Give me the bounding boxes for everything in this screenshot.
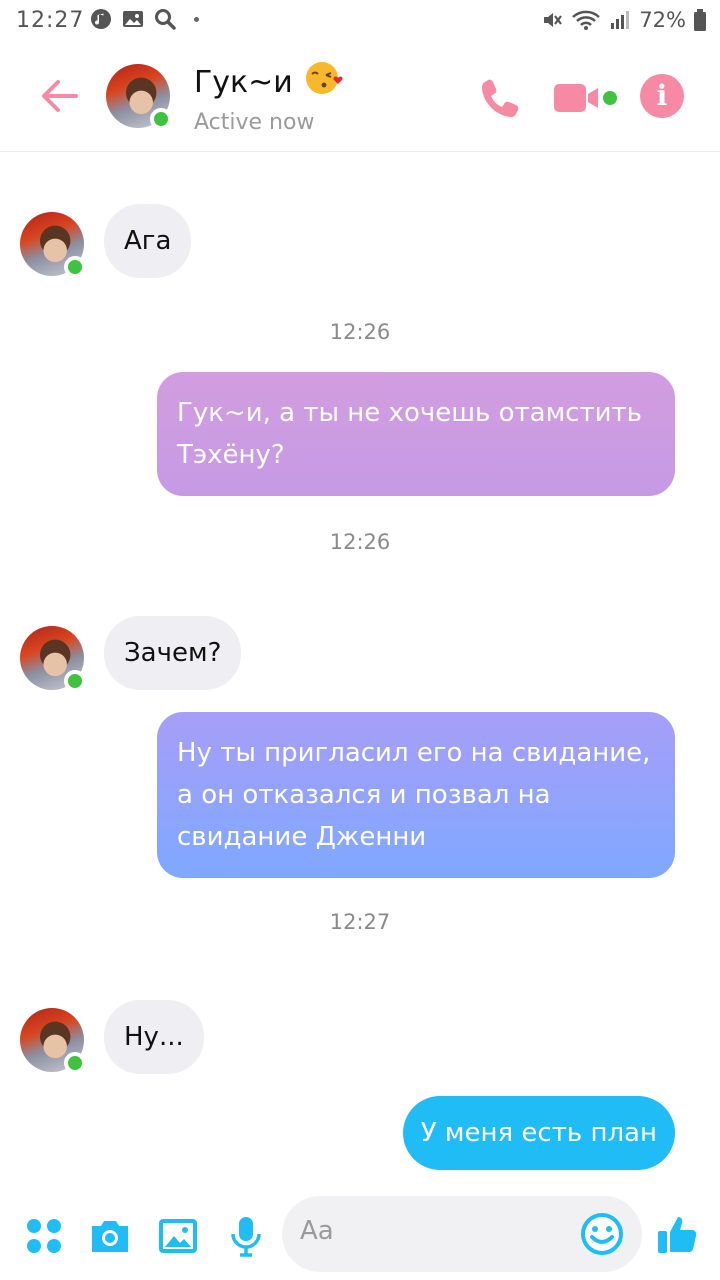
signal-icon	[611, 11, 630, 29]
contact-avatar[interactable]	[106, 64, 172, 130]
timestamp: 12:26	[329, 320, 391, 344]
back-arrow-icon	[42, 80, 78, 112]
online-indicator	[150, 108, 172, 130]
message-input[interactable]: Aa	[282, 1196, 642, 1272]
conversation-header: Гук~и Active now i	[0, 44, 720, 152]
wifi-icon	[572, 10, 601, 30]
status-bar: 12:27 72%	[0, 0, 720, 44]
thumbs-up-icon[interactable]	[656, 1212, 700, 1256]
image-icon[interactable]	[156, 1214, 200, 1258]
microphone-icon[interactable]	[224, 1214, 268, 1258]
outgoing-message[interactable]: Гук~и, а ты не хочешь отамстить Тэхёну?	[157, 372, 675, 496]
outgoing-message[interactable]: У меня есть план	[402, 1096, 675, 1170]
battery-percent: 72%	[639, 8, 686, 32]
timestamp: 12:26	[329, 530, 391, 554]
phone-icon[interactable]	[476, 74, 524, 122]
incoming-avatar[interactable]	[20, 1008, 86, 1074]
incoming-avatar[interactable]	[20, 212, 86, 278]
battery-icon	[694, 9, 706, 31]
timestamp: 12:27	[329, 910, 391, 934]
incoming-message[interactable]: Ну...	[104, 1000, 204, 1074]
notification-dot	[194, 16, 199, 22]
message-composer: Aa	[0, 1190, 720, 1280]
kissing-face-emoji-icon	[306, 62, 343, 94]
gallery-icon	[123, 11, 143, 27]
contact-status: Active now	[194, 110, 315, 135]
contact-name[interactable]: Гук~и	[194, 60, 344, 100]
online-indicator	[64, 1052, 86, 1074]
incoming-message[interactable]: Зачем?	[104, 616, 242, 690]
online-indicator	[64, 670, 86, 692]
status-time: 12:27	[16, 8, 85, 33]
camera-icon[interactable]	[88, 1214, 132, 1258]
music-icon	[91, 9, 111, 29]
online-indicator	[64, 256, 86, 278]
mute-icon	[544, 13, 563, 27]
emoji-icon[interactable]	[580, 1212, 624, 1256]
search-icon	[155, 9, 176, 30]
apps-icon[interactable]	[22, 1214, 66, 1258]
outgoing-message[interactable]: Ну ты пригласил его на свидание, а он от…	[157, 712, 675, 878]
incoming-avatar[interactable]	[20, 626, 86, 692]
incoming-message[interactable]: Ага	[104, 204, 192, 278]
contact-name-text: Гук~и	[194, 65, 293, 100]
message-input-placeholder: Aa	[300, 1216, 334, 1246]
back-button[interactable]	[38, 74, 82, 118]
info-icon[interactable]: i	[640, 74, 684, 118]
video-camera-icon[interactable]	[552, 78, 620, 118]
